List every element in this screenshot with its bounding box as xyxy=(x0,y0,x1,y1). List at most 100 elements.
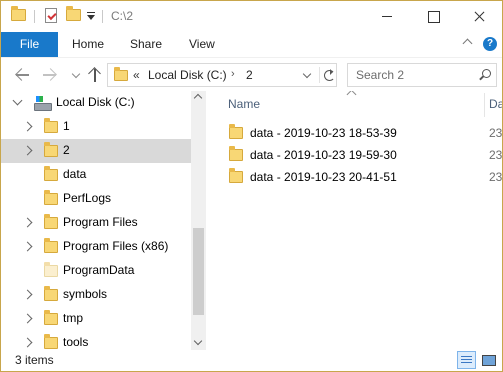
status-bar: 3 items xyxy=(1,350,502,371)
tree-item-program-files[interactable]: Program Files xyxy=(1,211,191,235)
file-list: Name Da data - 2019-10-23 18-53-39 23/ d… xyxy=(206,91,502,350)
title-bar: C:\2 xyxy=(1,1,502,32)
navigation-pane: Local Disk (C:) 1 2 data PerfLogs Progra… xyxy=(1,91,206,350)
search-box[interactable] xyxy=(347,63,497,87)
large-icons-view-icon[interactable] xyxy=(479,351,498,369)
divider xyxy=(102,10,103,23)
search-icon[interactable] xyxy=(479,69,491,81)
up-button[interactable] xyxy=(86,66,104,84)
chevron-right-icon[interactable] xyxy=(22,145,33,156)
file-date: 23/ xyxy=(489,148,502,162)
tree-item-data[interactable]: data xyxy=(1,163,191,187)
file-row[interactable]: data - 2019-10-23 19-59-30 23/ xyxy=(224,144,502,166)
folder-icon xyxy=(229,168,243,183)
file-date: 23/ xyxy=(489,126,502,140)
properties-icon[interactable] xyxy=(45,8,57,23)
folder-icon xyxy=(44,286,58,301)
tree-item-label: tools xyxy=(63,335,89,349)
chevron-right-icon[interactable] xyxy=(22,313,33,324)
column-header-name[interactable]: Name xyxy=(228,97,260,111)
hidden-folder-icon xyxy=(44,262,58,277)
chevron-right-icon[interactable] xyxy=(22,289,33,300)
chevron-right-icon[interactable] xyxy=(22,217,33,228)
chevron-right-icon[interactable] xyxy=(22,337,33,348)
expand-ribbon-icon[interactable] xyxy=(462,38,473,49)
folder-icon xyxy=(11,6,26,21)
customize-toolbar-icon[interactable] xyxy=(87,12,96,22)
tree-item-label: 1 xyxy=(63,119,70,133)
folder-icon xyxy=(44,214,58,229)
file-name: data - 2019-10-23 20-41-51 xyxy=(250,170,397,184)
file-row[interactable]: data - 2019-10-23 18-53-39 23/ xyxy=(224,122,502,144)
tree-item-local-disk[interactable]: Local Disk (C:) xyxy=(1,91,191,115)
file-tab[interactable]: File xyxy=(1,32,58,57)
tree-item-2[interactable]: 2 xyxy=(1,139,191,163)
tree-item-tmp[interactable]: tmp xyxy=(1,307,191,331)
address-toolbar: « Local Disk (C:) › 2 xyxy=(1,57,502,91)
folder-icon xyxy=(44,142,58,157)
tree-item-1[interactable]: 1 xyxy=(1,115,191,139)
window-title: C:\2 xyxy=(111,9,134,23)
folder-icon xyxy=(114,67,128,81)
sort-ascending-icon xyxy=(346,91,357,100)
folder-icon xyxy=(44,166,58,181)
file-name: data - 2019-10-23 18-53-39 xyxy=(250,126,397,140)
address-bar[interactable]: « Local Disk (C:) › 2 xyxy=(107,63,337,87)
refresh-icon[interactable] xyxy=(319,67,335,83)
explorer-window: C:\2 File Home Share View ? « Local Disk… xyxy=(0,0,503,372)
tree-item-label: symbols xyxy=(63,287,108,301)
recent-locations-icon[interactable] xyxy=(71,69,81,79)
search-input[interactable] xyxy=(356,67,474,83)
drive-icon xyxy=(34,96,52,111)
tab-view[interactable]: View xyxy=(189,32,215,57)
divider xyxy=(34,10,35,23)
file-row[interactable]: data - 2019-10-23 20-41-51 23/ xyxy=(224,166,502,188)
tree-item-label: PerfLogs xyxy=(63,191,112,205)
tree-item-label: data xyxy=(63,167,87,181)
chevron-right-icon[interactable] xyxy=(22,241,33,252)
back-button[interactable] xyxy=(14,66,32,84)
chevron-right-icon[interactable]: › xyxy=(231,68,235,80)
tree-item-tools[interactable]: tools xyxy=(1,331,191,350)
breadcrumb-local-disk[interactable]: Local Disk (C:) xyxy=(148,68,227,82)
tree-item-program-files-x86[interactable]: Program Files (x86) xyxy=(1,235,191,259)
forward-button[interactable] xyxy=(41,66,59,84)
folder-icon xyxy=(44,310,58,325)
folder-icon xyxy=(44,238,58,253)
column-divider[interactable] xyxy=(484,93,485,117)
scroll-down-icon[interactable] xyxy=(193,336,203,346)
folder-icon xyxy=(229,146,243,161)
new-folder-icon[interactable] xyxy=(66,6,81,21)
column-header-date[interactable]: Da xyxy=(489,97,502,111)
folder-icon xyxy=(44,118,58,133)
tree-item-label: Program Files xyxy=(63,215,138,229)
address-dropdown-icon[interactable] xyxy=(302,69,312,79)
tree-item-programdata[interactable]: ProgramData xyxy=(1,259,191,283)
tree-item-label: Local Disk (C:) xyxy=(56,95,135,109)
address-overflow[interactable]: « xyxy=(133,68,140,82)
scroll-up-icon[interactable] xyxy=(193,93,203,103)
close-button[interactable] xyxy=(456,1,502,32)
folder-icon xyxy=(44,190,58,205)
minimize-button[interactable] xyxy=(364,1,410,32)
tab-share[interactable]: Share xyxy=(130,32,162,57)
tree-item-symbols[interactable]: symbols xyxy=(1,283,191,307)
file-date: 23/ xyxy=(489,170,502,184)
item-count: 3 items xyxy=(15,353,54,367)
tree-item-label: 2 xyxy=(63,143,70,157)
scrollbar-thumb[interactable] xyxy=(193,228,204,315)
file-name: data - 2019-10-23 19-59-30 xyxy=(250,148,397,162)
help-icon[interactable]: ? xyxy=(483,37,497,51)
chevron-down-icon[interactable] xyxy=(12,95,23,106)
tab-home[interactable]: Home xyxy=(72,32,104,57)
ribbon: File Home Share View ? xyxy=(1,32,502,57)
details-view-icon[interactable] xyxy=(457,351,476,369)
tree-item-perflogs[interactable]: PerfLogs xyxy=(1,187,191,211)
navigation-scrollbar[interactable] xyxy=(191,91,206,350)
tree-item-label: Program Files (x86) xyxy=(63,239,169,253)
tree-item-label: ProgramData xyxy=(63,263,135,277)
folder-icon xyxy=(44,334,58,349)
maximize-button[interactable] xyxy=(410,1,456,32)
breadcrumb-2[interactable]: 2 xyxy=(246,68,253,82)
chevron-right-icon[interactable] xyxy=(22,121,33,132)
